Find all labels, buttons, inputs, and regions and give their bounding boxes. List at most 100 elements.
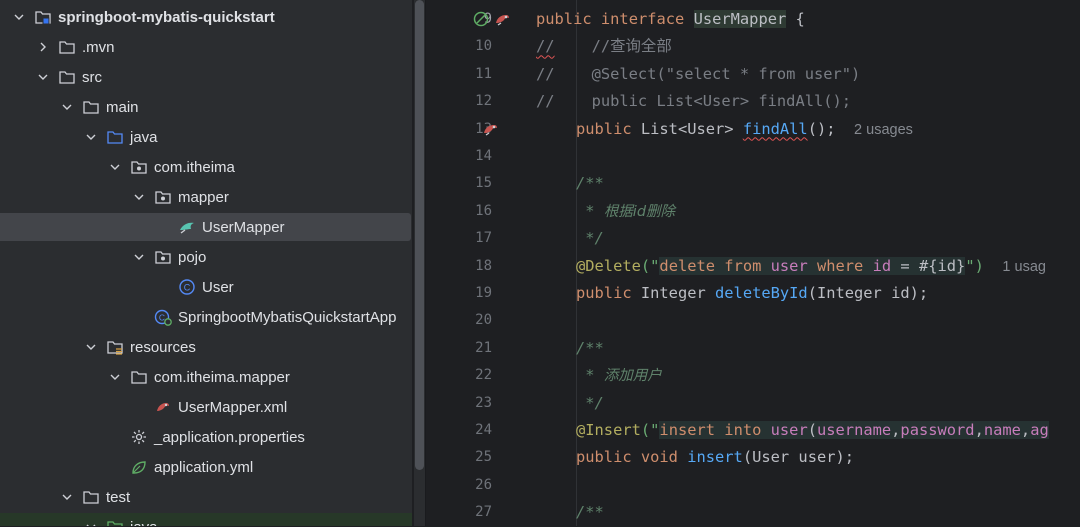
chevron-down-icon[interactable] <box>107 159 123 175</box>
tree-item-label: User <box>202 278 234 296</box>
tree-item-label: com.itheima.mapper <box>154 368 290 386</box>
gutter-line[interactable]: 21 <box>426 335 534 362</box>
code-line-16[interactable]: * 根据id删除 <box>576 198 675 225</box>
code-line-24[interactable]: @Insert("insert into user(username,passw… <box>576 417 1049 444</box>
method-name[interactable]: insert <box>687 448 743 466</box>
chevron-down-icon[interactable] <box>83 519 99 526</box>
gutter-line[interactable]: 9 <box>426 6 534 33</box>
gutter-line[interactable]: 26 <box>426 472 534 499</box>
tree-item[interactable]: C User <box>0 273 412 301</box>
mybatis-navigate-icon[interactable] <box>494 10 512 28</box>
tree-item-label: src <box>82 68 102 86</box>
project-tree-scrollbar[interactable] <box>414 0 425 526</box>
chevron-down-icon[interactable] <box>83 129 99 145</box>
keyword: void <box>631 448 688 467</box>
code-line-22[interactable]: * 添加用户 <box>576 362 662 389</box>
sql-keyword: from <box>715 256 771 275</box>
code-line-21[interactable]: /** <box>576 335 604 362</box>
code-line-15[interactable]: /** <box>576 170 604 197</box>
type: List<User> <box>631 119 743 138</box>
chevron-right-icon[interactable] <box>35 39 51 55</box>
chevron-down-icon[interactable] <box>35 69 51 85</box>
gutter-line[interactable]: 12 <box>426 88 534 115</box>
gutter-line[interactable]: 24 <box>426 417 534 444</box>
gutter-line[interactable]: 20 <box>426 307 534 334</box>
gutter-line[interactable]: 27 <box>426 499 534 526</box>
tree-item[interactable]: src <box>0 63 412 91</box>
gutter-line[interactable]: 18 <box>426 253 534 280</box>
code-line-17[interactable]: */ <box>576 225 604 252</box>
keyword: public <box>576 119 632 138</box>
chevron-down-icon[interactable] <box>131 189 147 205</box>
mybatis-navigate-icon[interactable] <box>482 120 500 138</box>
code-line-25[interactable]: public void insert(User user); <box>576 444 854 471</box>
tree-item[interactable]: .mvn <box>0 33 412 61</box>
line-number: 10 <box>475 38 492 55</box>
tree-item[interactable]: springboot-mybatis-quickstart <box>0 3 412 31</box>
tree-item[interactable]: C SpringbootMybatisQuickstartApp <box>0 303 412 331</box>
code-line-12[interactable]: // public List<User> findAll(); <box>536 88 851 115</box>
code-line-19[interactable]: public Integer deleteById(Integer id); <box>576 280 928 307</box>
gutter-line[interactable]: 10 <box>426 33 534 60</box>
sql-paren: ( <box>807 421 817 439</box>
method-name[interactable]: deleteById <box>715 284 808 302</box>
code-line-10[interactable]: // //查询全部 <box>536 33 672 60</box>
tree-item[interactable]: resources <box>0 333 412 361</box>
tree-item[interactable]: UserMapper.xml <box>0 393 412 421</box>
tree-item[interactable]: UserMapper <box>0 213 411 241</box>
gutter-line[interactable]: 17 <box>426 225 534 252</box>
punct: (Integer id); <box>807 284 929 302</box>
gutter-line[interactable]: 16 <box>426 198 534 225</box>
method-name[interactable]: findAll <box>743 120 808 138</box>
tree-item[interactable]: java <box>0 123 412 151</box>
line-number: 22 <box>475 367 492 384</box>
line-number: 21 <box>475 339 492 356</box>
gutter-line[interactable]: 23 <box>426 390 534 417</box>
tree-item[interactable]: application.yml <box>0 453 412 481</box>
code-line-13[interactable]: public List<User> findAll(); 2 usages <box>576 116 913 143</box>
chevron-down-icon[interactable] <box>59 99 75 115</box>
tree-item[interactable]: mapper <box>0 183 412 211</box>
usages-hint[interactable]: 1 usag <box>1002 259 1046 275</box>
chevron-down-icon[interactable] <box>59 489 75 505</box>
sql-param: = #{ <box>891 256 938 275</box>
sql-table: user <box>770 421 808 439</box>
gutter-line[interactable]: 19 <box>426 280 534 307</box>
tree-item[interactable]: test <box>0 483 412 511</box>
mybatis-xml-icon <box>154 398 172 416</box>
gutter-line[interactable]: 22 <box>426 362 534 389</box>
gutter-line[interactable]: 25 <box>426 444 534 471</box>
chevron-down-icon[interactable] <box>131 249 147 265</box>
gutter-line[interactable]: 14 <box>426 143 534 170</box>
tree-item[interactable]: java <box>0 513 412 526</box>
tree-item[interactable]: _application.properties <box>0 423 412 451</box>
spring-boot-class-icon: C <box>154 308 172 326</box>
code-line-11[interactable]: // @Select("select * from user") <box>536 61 860 88</box>
code-line-18[interactable]: @Delete("delete from user where id = #{i… <box>576 253 1046 280</box>
chevron-down-icon[interactable] <box>11 9 27 25</box>
code-line-23[interactable]: */ <box>576 390 604 417</box>
chevron-down-icon[interactable] <box>107 369 123 385</box>
tree-item[interactable]: com.itheima <box>0 153 412 181</box>
usages-hint[interactable]: 2 usages <box>854 122 913 138</box>
annotation: @Insert <box>576 421 641 439</box>
tree-item[interactable]: pojo <box>0 243 412 271</box>
doc-comment: * <box>576 366 604 385</box>
code-line-27[interactable]: /** <box>576 499 604 526</box>
gutter-line[interactable]: 11 <box>426 61 534 88</box>
scrollbar-thumb[interactable] <box>415 0 424 470</box>
line-number: 11 <box>475 65 492 82</box>
tree-item[interactable]: com.itheima.mapper <box>0 363 412 391</box>
code-line-9[interactable]: public interface UserMapper { <box>536 6 805 33</box>
code-editor[interactable]: public interface UserMapper { // //查询全部 … <box>534 0 1080 526</box>
doc-comment-text: 根据id删除 <box>603 203 676 220</box>
implemented-marker-icon[interactable] <box>472 10 490 28</box>
string-quote: ") <box>965 256 984 275</box>
tree-item-label: com.itheima <box>154 158 235 176</box>
punct: (User user); <box>742 448 855 467</box>
interface-name[interactable]: UserMapper <box>693 10 787 28</box>
gutter-line[interactable]: 13 <box>426 116 534 143</box>
chevron-down-icon[interactable] <box>83 339 99 355</box>
gutter-line[interactable]: 15 <box>426 170 534 197</box>
tree-item[interactable]: main <box>0 93 412 121</box>
